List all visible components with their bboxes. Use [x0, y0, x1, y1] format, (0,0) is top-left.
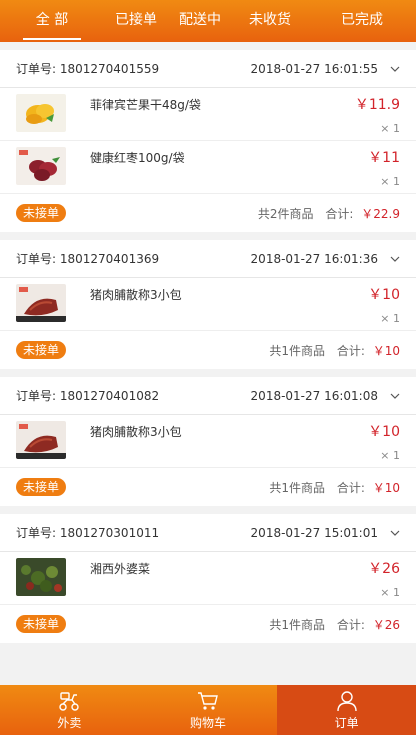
- chevron-down-icon[interactable]: [390, 254, 400, 264]
- nav-label: 外卖: [57, 715, 82, 730]
- order-card: 订单号: 1801270301011 2018-01-27 15:01:01 湘…: [0, 514, 416, 643]
- order-footer: 未接单 共1件商品 合计: ￥10: [0, 468, 416, 506]
- total-label: 合计:: [336, 480, 365, 495]
- order-item[interactable]: 健康红枣100g/袋 ￥11 × 1: [0, 141, 416, 194]
- pickled-greens-product-image: [16, 558, 66, 596]
- order-number: 订单号: 1801270401082: [16, 389, 160, 403]
- item-count: 共2件商品: [257, 206, 314, 221]
- order-time: 2018-01-27 15:01:01: [250, 525, 378, 540]
- total-label: 合计:: [325, 206, 354, 221]
- person-icon: [336, 690, 357, 711]
- item-name: 菲律宾芒果干48g/袋: [90, 98, 201, 112]
- item-count: 共1件商品: [269, 480, 326, 495]
- bottom-nav: 外卖 购物车 订单: [0, 685, 416, 735]
- order-header[interactable]: 订单号: 1801270401082 2018-01-27 16:01:08: [0, 377, 416, 415]
- order-time: 2018-01-27 16:01:36: [250, 251, 378, 266]
- chevron-down-icon[interactable]: [390, 64, 400, 74]
- nav-label: 订单: [334, 715, 359, 730]
- dates-product-image: [16, 147, 66, 185]
- chevron-down-icon[interactable]: [390, 391, 400, 401]
- item-count: 共1件商品: [269, 343, 326, 358]
- nav-cart[interactable]: 购物车: [139, 685, 278, 735]
- status-badge: 未接单: [16, 204, 67, 222]
- item-price: ￥10: [368, 287, 400, 303]
- item-count: 共1件商品: [269, 617, 326, 632]
- top-tab-bar: 全 部 已接单 配送中 未收货 已完成: [0, 0, 416, 42]
- item-name: 健康红枣100g/袋: [90, 151, 185, 165]
- order-header[interactable]: 订单号: 1801270401369 2018-01-27 16:01:36: [0, 240, 416, 278]
- nav-orders[interactable]: 订单: [277, 685, 416, 735]
- item-quantity: × 1: [380, 449, 400, 462]
- status-badge: 未接单: [16, 478, 67, 496]
- order-time: 2018-01-27 16:01:55: [250, 61, 378, 76]
- tab-delivering[interactable]: 配送中: [168, 0, 232, 42]
- order-total: ￥26: [372, 617, 400, 632]
- shopping-cart-icon: [198, 691, 218, 710]
- status-badge: 未接单: [16, 615, 67, 633]
- order-total: ￥10: [372, 343, 400, 358]
- nav-label: 购物车: [190, 715, 227, 730]
- item-price: ￥11: [368, 150, 400, 166]
- order-number: 订单号: 1801270401369: [16, 252, 160, 266]
- pork-jerky-product-image: [16, 421, 66, 459]
- order-card: 订单号: 1801270401369 2018-01-27 16:01:36 猪…: [0, 240, 416, 369]
- order-item[interactable]: 猪肉脯散称3小包 ￥10 × 1: [0, 415, 416, 468]
- tab-completed[interactable]: 已完成: [308, 0, 416, 42]
- item-quantity: × 1: [380, 312, 400, 325]
- order-item[interactable]: 猪肉脯散称3小包 ￥10 × 1: [0, 278, 416, 331]
- order-header[interactable]: 订单号: 1801270301011 2018-01-27 15:01:01: [0, 514, 416, 552]
- tab-not-received[interactable]: 未收货: [232, 0, 308, 42]
- item-name: 猪肉脯散称3小包: [90, 288, 182, 302]
- tab-accepted[interactable]: 已接单: [104, 0, 168, 42]
- order-total: ￥10: [372, 480, 400, 495]
- pork-jerky-product-image: [16, 284, 66, 322]
- order-footer: 未接单 共2件商品 合计: ￥22.9: [0, 194, 416, 232]
- order-item[interactable]: 菲律宾芒果干48g/袋 ￥11.9 × 1: [0, 88, 416, 141]
- item-price: ￥11.9: [354, 97, 400, 113]
- order-card: 订单号: 1801270401559 2018-01-27 16:01:55 菲…: [0, 50, 416, 232]
- order-summary: 共1件商品 合计: ￥10: [269, 479, 400, 496]
- order-item[interactable]: 湘西外婆菜 ￥26 × 1: [0, 552, 416, 605]
- order-time: 2018-01-27 16:01:08: [250, 388, 378, 403]
- order-header[interactable]: 订单号: 1801270401559 2018-01-27 16:01:55: [0, 50, 416, 88]
- item-quantity: × 1: [380, 175, 400, 188]
- delivery-scooter-icon: [59, 691, 80, 711]
- order-summary: 共1件商品 合计: ￥10: [269, 342, 400, 359]
- order-card: 订单号: 1801270401082 2018-01-27 16:01:08 猪…: [0, 377, 416, 506]
- order-footer: 未接单 共1件商品 合计: ￥10: [0, 331, 416, 369]
- order-list: 订单号: 1801270401559 2018-01-27 16:01:55 菲…: [0, 50, 416, 651]
- item-quantity: × 1: [380, 122, 400, 135]
- total-label: 合计:: [336, 617, 365, 632]
- item-name: 猪肉脯散称3小包: [90, 425, 182, 439]
- chevron-down-icon[interactable]: [390, 528, 400, 538]
- order-footer: 未接单 共1件商品 合计: ￥26: [0, 605, 416, 643]
- order-total: ￥22.9: [361, 206, 400, 221]
- item-price: ￥10: [368, 424, 400, 440]
- mango-product-image: [16, 94, 66, 132]
- status-badge: 未接单: [16, 341, 67, 359]
- order-summary: 共2件商品 合计: ￥22.9: [258, 205, 400, 222]
- tab-all[interactable]: 全 部: [0, 0, 104, 42]
- total-label: 合计:: [336, 343, 365, 358]
- order-number: 订单号: 1801270301011: [16, 526, 160, 540]
- item-price: ￥26: [368, 561, 400, 577]
- order-number: 订单号: 1801270401559: [16, 62, 160, 76]
- item-quantity: × 1: [380, 586, 400, 599]
- order-summary: 共1件商品 合计: ￥26: [269, 616, 400, 633]
- nav-takeout[interactable]: 外卖: [0, 685, 139, 735]
- item-name: 湘西外婆菜: [90, 562, 151, 576]
